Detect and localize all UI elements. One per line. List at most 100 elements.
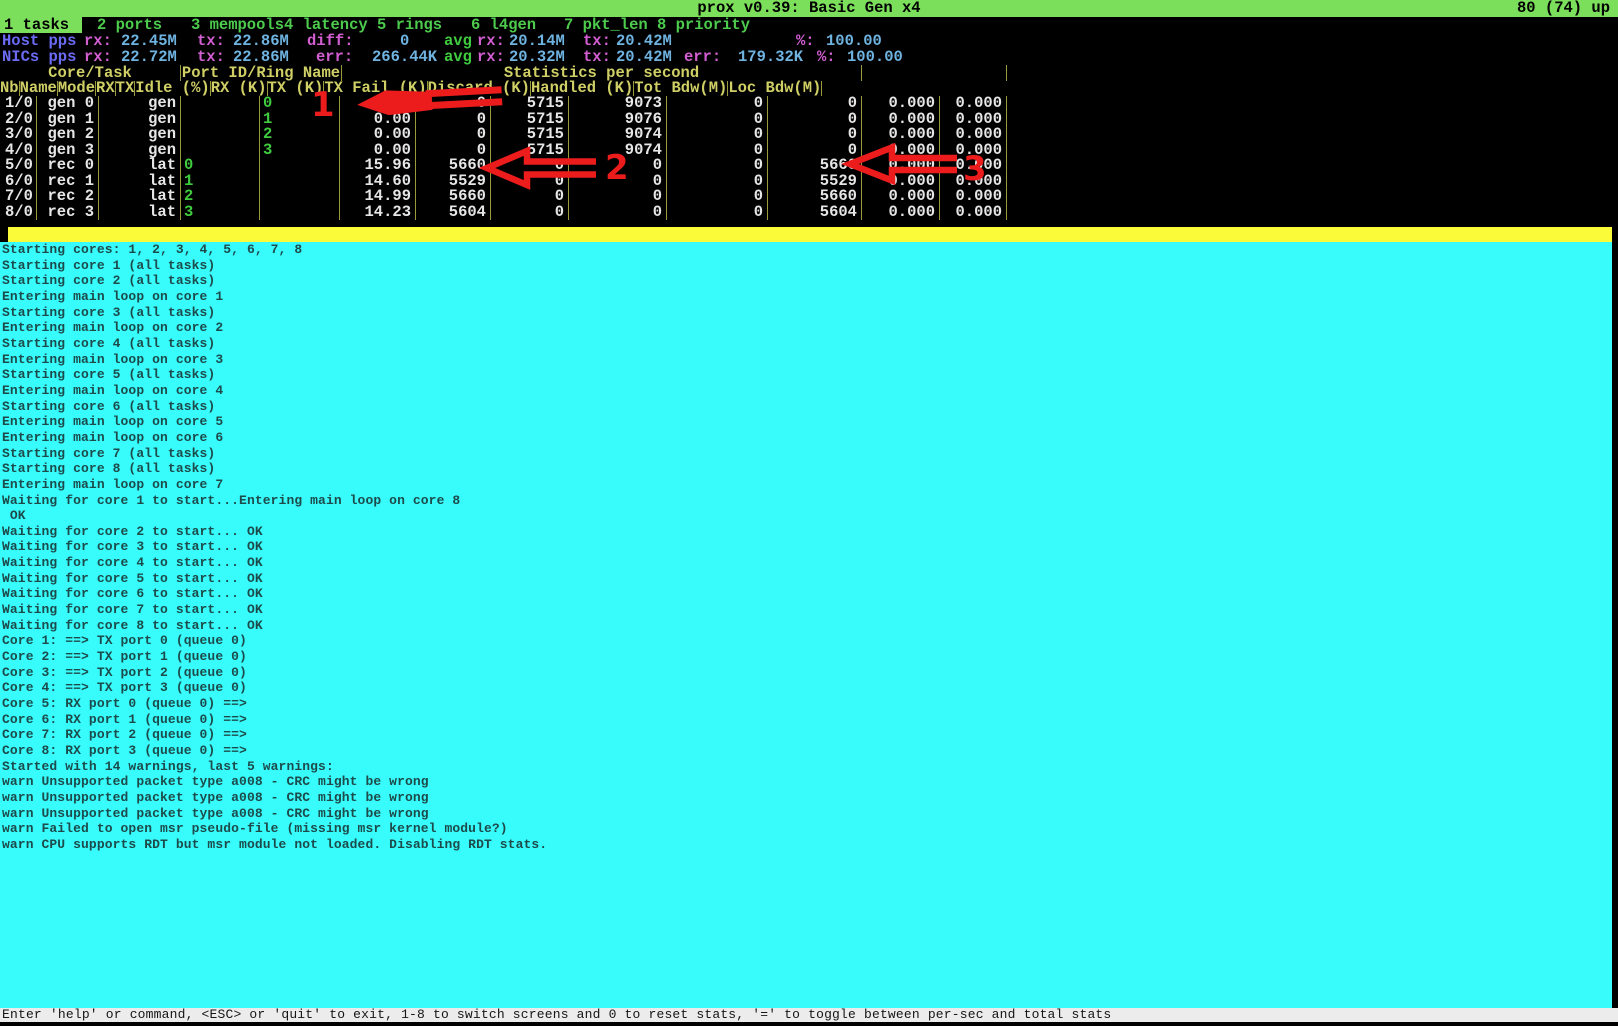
stat-segment: 100.00	[826, 33, 882, 49]
log-line: Starting core 4 (all tasks)	[0, 336, 1612, 352]
yellow-divider-bar	[8, 227, 1612, 242]
core-task-table: Core/Task Port ID/Ring Name Statistics p…	[0, 65, 1618, 220]
stat-segment: avg	[444, 33, 472, 49]
stat-segment: %:	[817, 49, 836, 65]
stat-segment: 20.42M	[616, 33, 672, 49]
group-header-spacer	[862, 65, 1007, 81]
log-line: OK	[0, 508, 1612, 524]
status-help-text: Enter 'help' or command, <ESC> or 'quit'…	[0, 1008, 1618, 1022]
log-line: Waiting for core 4 to start... OK	[0, 555, 1612, 571]
log-line: warn Unsupported packet type a008 - CRC …	[0, 806, 1612, 822]
stat-segment: tx:	[583, 33, 611, 49]
cell-rx-k: 5604	[416, 205, 491, 221]
table-row: 6/0 rec 1 lat 1 14.60 5529 0 0 0 5529 0.…	[0, 174, 1618, 190]
stat-segment: %:	[796, 33, 815, 49]
table-row: 4/0 gen 3 gen 3 0.00 0 5715 9074 0 0 0.0…	[0, 143, 1618, 159]
log-line: Waiting for core 7 to start... OK	[0, 602, 1612, 618]
log-line: Starting core 8 (all tasks)	[0, 461, 1612, 477]
cell-tx-port	[260, 158, 340, 174]
console-log: Starting cores: 1, 2, 3, 4, 5, 6, 7, 8 S…	[0, 242, 1612, 1008]
header-cell: TX	[116, 81, 136, 96]
log-line: Entering main loop on core 6	[0, 430, 1612, 446]
log-line: Entering main loop on core 1	[0, 289, 1612, 305]
log-line: Entering main loop on core 2	[0, 320, 1612, 336]
table-body: 1/0 gen 0 gen 0 0.00 0 5715 9073 0 0 0.0…	[0, 96, 1618, 220]
log-line: Started with 14 warnings, last 5 warning…	[0, 759, 1612, 775]
tab-bar: 1 tasks 2 ports 3 mempools 4 latency 5 r…	[0, 17, 1618, 33]
cell-loc-bdw: 0.000	[940, 205, 1007, 221]
cell-rx-port	[181, 127, 260, 143]
cell-tx-k: 0	[491, 205, 569, 221]
log-line: Core 3: ==> TX port 2 (queue 0)	[0, 665, 1612, 681]
cell-rx-port	[181, 112, 260, 128]
tab[interactable]: 2 ports	[93, 17, 162, 33]
log-line: Waiting for core 6 to start... OK	[0, 586, 1612, 602]
stat-segment: tx:	[197, 49, 225, 65]
cell-idle: 14.23	[340, 205, 416, 221]
log-line: Waiting for core 2 to start... OK	[0, 524, 1612, 540]
cell-discard: 0	[667, 96, 768, 112]
log-line: Entering main loop on core 4	[0, 383, 1612, 399]
log-line: Core 5: RX port 0 (queue 0) ==>	[0, 696, 1612, 712]
stat-segment: Host pps	[2, 33, 76, 49]
cell-mode: lat	[99, 205, 181, 221]
log-line: Waiting for core 5 to start... OK	[0, 571, 1612, 587]
log-line: Starting core 6 (all tasks)	[0, 399, 1612, 415]
tab[interactable]: 6 l4gen	[467, 17, 536, 33]
stat-segment: 22.45M	[121, 33, 177, 49]
stat-segment: 179.32K	[738, 49, 803, 65]
cell-name: rec 3	[37, 205, 99, 221]
log-line: Starting core 7 (all tasks)	[0, 446, 1612, 462]
tab[interactable]: 3 mempools	[187, 17, 284, 33]
stat-segment: 20.42M	[616, 49, 672, 65]
stat-segment: 22.86M	[233, 49, 289, 65]
log-line: Core 2: ==> TX port 1 (queue 0)	[0, 649, 1612, 665]
stat-segment: NICs pps	[2, 49, 76, 65]
title-bar: prox v0.39: Basic Gen x4 80 (74) up	[0, 0, 1618, 17]
cell-tx-port: 2	[260, 127, 340, 143]
cell-discard: 0	[667, 189, 768, 205]
table-row: 3/0 gen 2 gen 2 0.00 0 5715 9074 0 0 0.0…	[0, 127, 1618, 143]
cell-tx-port	[260, 205, 340, 221]
cell-discard: 0	[667, 174, 768, 190]
prox-terminal: prox v0.39: Basic Gen x4 80 (74) up 1 ta…	[0, 0, 1618, 1026]
cell-handled: 5604	[768, 205, 862, 221]
log-line: warn CPU supports RDT but msr module not…	[0, 837, 1612, 853]
cell-nb: 8/0	[0, 205, 37, 221]
cell-tx-fail: 0	[569, 205, 667, 221]
stat-segment: rx:	[84, 49, 112, 65]
cell-tx-port: 1	[260, 112, 340, 128]
log-line: Core 1: ==> TX port 0 (queue 0)	[0, 633, 1612, 649]
header-cell: TX (K)	[268, 81, 325, 96]
log-line: Starting core 1 (all tasks)	[0, 258, 1612, 274]
stat-segment: 0	[400, 33, 409, 49]
header-cell: RX	[96, 81, 116, 96]
header-cell: RX (K)	[211, 81, 268, 96]
cell-tx-port	[260, 174, 340, 190]
tab[interactable]: 1 tasks	[0, 17, 82, 33]
cell-tx-port: 3	[260, 143, 340, 159]
table-row: 2/0 gen 1 gen 1 0.00 0 5715 9076 0 0 0.0…	[0, 112, 1618, 128]
tab[interactable]: 7 pkt_len	[560, 17, 648, 33]
cell-discard: 0	[667, 205, 768, 221]
stat-segment: 266.44K	[372, 49, 437, 65]
tab[interactable]: 5 rings	[373, 17, 442, 33]
log-line: Waiting for core 3 to start... OK	[0, 539, 1612, 555]
tab[interactable]: 4 latency	[280, 17, 368, 33]
log-line: Waiting for core 1 to start...Entering m…	[0, 493, 1612, 509]
table-header-row: Nb Name Mode RX TX Idle (%) RX (K) TX (K…	[0, 81, 1618, 96]
table-row: 8/0 rec 3 lat 3 14.23 5604 0 0 0 5604 0.…	[0, 205, 1618, 221]
cell-tot-bdw: 0.000	[862, 205, 940, 221]
stat-segment: 100.00	[847, 49, 903, 65]
nics-pps-stats-line: NICs pps rx: 22.72M tx: 22.86M err: 266.…	[0, 49, 1618, 65]
cell-rx-port	[181, 96, 260, 112]
table-row: 7/0 rec 2 lat 2 14.99 5660 0 0 0 5660 0.…	[0, 189, 1618, 205]
tab[interactable]: 8 priority	[653, 17, 750, 33]
log-line: Core 6: RX port 1 (queue 0) ==>	[0, 712, 1612, 728]
stat-segment: 22.86M	[233, 33, 289, 49]
log-line: Core 8: RX port 3 (queue 0) ==>	[0, 743, 1612, 759]
log-line: Starting core 5 (all tasks)	[0, 367, 1612, 383]
log-line: Starting cores: 1, 2, 3, 4, 5, 6, 7, 8	[0, 242, 1612, 258]
log-line: warn Unsupported packet type a008 - CRC …	[0, 790, 1612, 806]
cell-rx-port: 3	[181, 205, 260, 221]
